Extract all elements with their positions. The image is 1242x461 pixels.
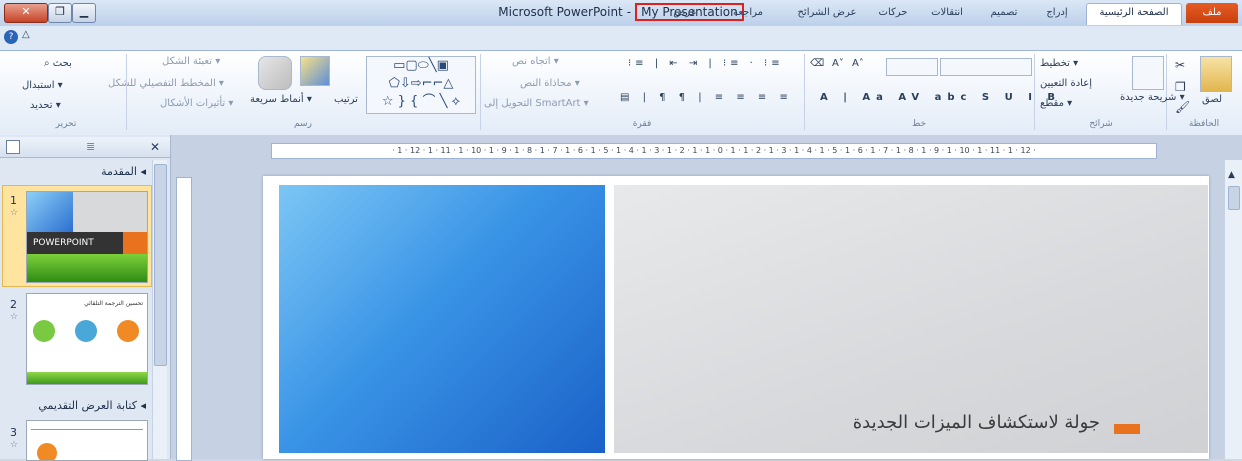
- text-direction-button[interactable]: اتجاه نص ▾: [512, 56, 559, 67]
- thumb2-grass: [27, 372, 147, 384]
- title-separator: -: [626, 5, 632, 19]
- ribbon-tab-row: [0, 26, 1242, 50]
- quick-styles-button[interactable]: أنماط سريعة ▾: [250, 94, 312, 105]
- help-icon[interactable]: ?: [4, 30, 18, 44]
- scroll-up-icon[interactable]: ▲: [1228, 170, 1235, 180]
- transition-star-icon: ☆: [10, 208, 19, 218]
- collapse-ribbon-icon[interactable]: △: [22, 29, 30, 40]
- tab-design[interactable]: تصميم: [980, 4, 1028, 22]
- thumb3-line: [31, 429, 143, 430]
- section-header-intro[interactable]: المقدمة ◂: [6, 162, 156, 182]
- tab-animations[interactable]: حركات: [870, 4, 916, 22]
- close-panel-icon[interactable]: ✕: [150, 140, 160, 154]
- group-divider: [480, 54, 481, 130]
- workspace-scrollbar[interactable]: ▲: [1224, 160, 1242, 459]
- find-button[interactable]: ⌕ بحث: [44, 58, 72, 69]
- slides-group-label: شرائح: [1089, 119, 1113, 129]
- reset-button[interactable]: إعادة التعيين: [1040, 78, 1092, 89]
- group-divider: [804, 54, 805, 130]
- binoculars-icon: ⌕: [44, 58, 50, 69]
- paragraph-group-label: فقرة: [632, 119, 652, 129]
- shape-effects-button[interactable]: تأثيرات الأشكال ▾: [160, 98, 233, 109]
- font-format-buttons[interactable]: A | Aa AV abc S U I B: [820, 92, 1061, 103]
- thumb2-circle-blue: [75, 320, 97, 342]
- drawing-group-label: رسم: [294, 119, 312, 129]
- paste-icon[interactable]: [1200, 56, 1232, 92]
- thumb-grass: [27, 254, 147, 282]
- transition-star-icon: ☆: [10, 312, 19, 322]
- thumb-blue-panel: [27, 192, 73, 232]
- shape-fill-button[interactable]: تعبئة الشكل ▾: [162, 56, 220, 67]
- title-accent-bar: [1114, 424, 1140, 434]
- outline-tab-icon[interactable]: ≣: [86, 140, 95, 153]
- font-size-dropdown[interactable]: [886, 58, 938, 76]
- vertical-ruler: [176, 177, 192, 461]
- tab-transitions[interactable]: انتقالات: [920, 4, 974, 22]
- replace-button[interactable]: استبدال ▾: [22, 80, 63, 91]
- panel-scroll-thumb[interactable]: [154, 164, 167, 366]
- slides-tab-icon[interactable]: [6, 140, 20, 154]
- shapes-gallery[interactable]: ▭▢⬭╲▣ ⬠⇩⇨⌐⌐△ ☆ } { ⌒ ╲ ⟡: [366, 56, 476, 114]
- alignment-buttons[interactable]: ▤ | ¶ ¶ | ≡ ≡ ≡ ≡: [620, 92, 793, 103]
- transition-star-icon: ☆: [10, 440, 19, 450]
- quick-styles-icon[interactable]: [258, 56, 292, 90]
- thumb-gray-panel: [73, 192, 147, 232]
- slide-blue-image[interactable]: [279, 185, 605, 453]
- slide-title[interactable]: جولة لاستكشاف الميزات الجديدة: [760, 412, 1100, 433]
- section-header-writing[interactable]: كتابة العرض التقديمي ◂: [6, 396, 156, 416]
- layout-button[interactable]: تخطيط ▾: [1040, 58, 1078, 69]
- arrange-button[interactable]: ترتيب: [334, 94, 358, 105]
- group-divider: [126, 54, 127, 130]
- convert-smartart-button[interactable]: التحويل إلى SmartArt ▾: [484, 98, 589, 109]
- horizontal-ruler: · 1 · 12 · 1 · 11 · 1 · 10 · 1 · 9 · 1 ·…: [271, 143, 1157, 159]
- app-name: Microsoft PowerPoint: [498, 5, 623, 19]
- arrange-icon[interactable]: [300, 56, 330, 86]
- tab-home[interactable]: الصفحة الرئيسية: [1086, 3, 1182, 25]
- workspace-scroll-thumb[interactable]: [1228, 186, 1240, 210]
- font-group-label: خط: [911, 119, 927, 129]
- thumb-orange-block: [123, 232, 147, 254]
- paste-button[interactable]: لصق: [1202, 94, 1222, 105]
- clear-formatting-icon[interactable]: ⌫: [810, 58, 824, 69]
- slide-number: 3: [10, 426, 17, 439]
- thumb2-title: تحسين الترجمة التلقائي: [84, 300, 143, 307]
- thumb2-circle-green: [33, 320, 55, 342]
- select-button[interactable]: تحديد ▾: [30, 100, 61, 111]
- slide-number: 1: [10, 194, 17, 207]
- list-buttons[interactable]: ⁝≡ | ⇤ ⇥ | ⁝≡ · ⁝≡: [628, 58, 784, 69]
- tab-slideshow[interactable]: عرض الشرائح: [788, 4, 866, 22]
- panel-header: [0, 137, 170, 158]
- font-name-dropdown[interactable]: [940, 58, 1032, 76]
- tab-view[interactable]: عرض: [660, 4, 710, 22]
- grow-font-icon[interactable]: A˄: [852, 58, 864, 69]
- new-slide-icon[interactable]: [1132, 56, 1164, 90]
- thumb3-circle: [37, 443, 57, 460]
- thumb-title-band: POWERPOINT: [27, 232, 123, 254]
- slide-thumbnail-3[interactable]: [26, 420, 148, 461]
- slide-number: 2: [10, 298, 17, 311]
- shrink-font-icon[interactable]: A˅: [832, 58, 844, 69]
- tab-review[interactable]: مراجعة: [718, 4, 778, 22]
- panel-scrollbar[interactable]: [152, 160, 167, 459]
- align-text-button[interactable]: محاذاة النص ▾: [520, 78, 580, 89]
- thumb2-circle-orange: [117, 320, 139, 342]
- cut-icon[interactable]: ✂: [1175, 58, 1185, 72]
- tab-file[interactable]: ملف: [1186, 3, 1238, 23]
- clipboard-group-label: الحافظة: [1188, 119, 1220, 129]
- tab-insert[interactable]: إدراج: [1034, 4, 1080, 22]
- slide-thumbnail-2[interactable]: تحسين الترجمة التلقائي: [26, 293, 148, 385]
- new-slide-button[interactable]: شريحة جديدة ▾: [1120, 92, 1185, 103]
- find-label: بحث: [52, 58, 72, 69]
- editing-group-label: تحرير: [55, 119, 77, 129]
- slide-thumbnail-1[interactable]: POWERPOINT: [26, 191, 148, 283]
